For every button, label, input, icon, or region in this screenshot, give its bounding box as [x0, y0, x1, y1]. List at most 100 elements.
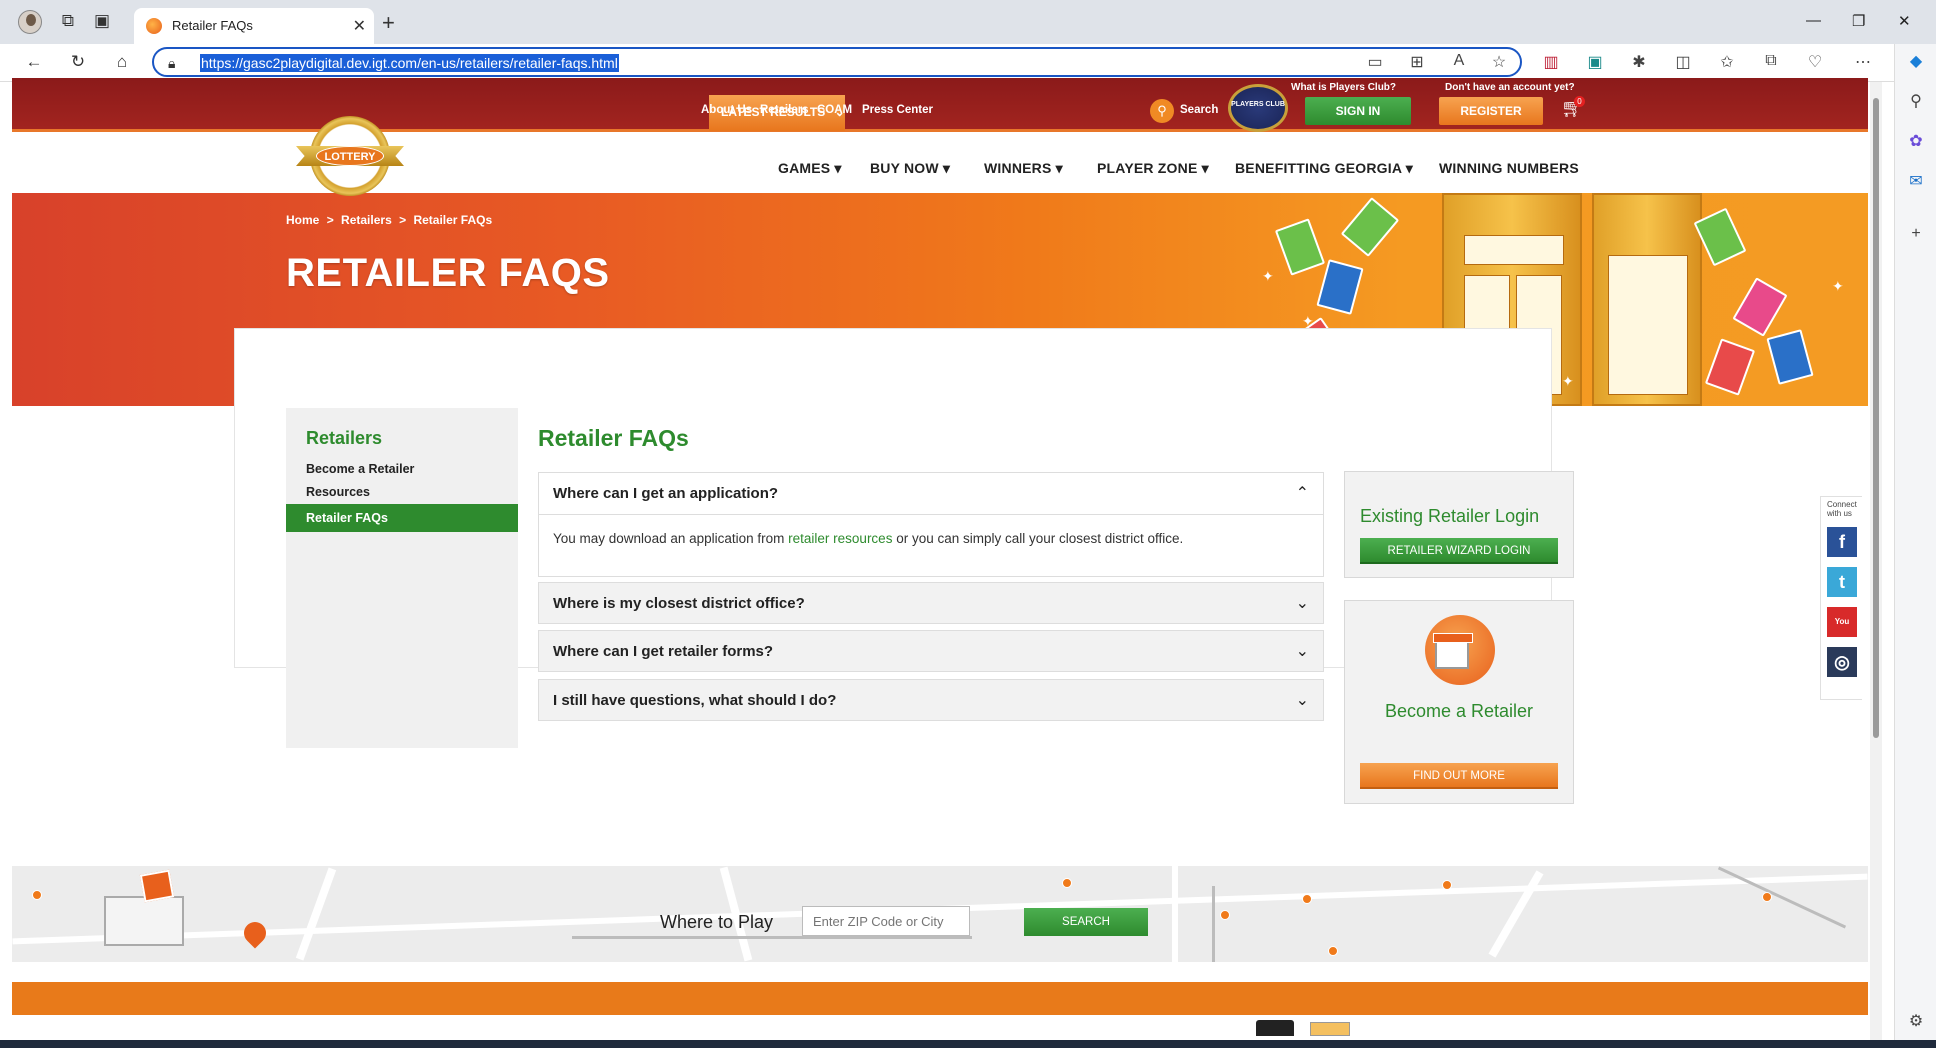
register-button[interactable]: REGISTER [1439, 97, 1543, 125]
twitter-icon[interactable]: t [1827, 567, 1857, 597]
nav-games[interactable]: GAMES ▾ [778, 160, 842, 177]
coam-link[interactable]: COAM [817, 104, 852, 116]
profile-avatar[interactable] [18, 10, 42, 34]
page-scrollbar[interactable] [1870, 82, 1882, 1040]
map-pin-icon [239, 917, 271, 949]
nav-benefitting-georgia[interactable]: BENEFITTING GEORGIA ▾ [1235, 160, 1413, 177]
about-us-link[interactable]: About Us [701, 104, 752, 116]
sign-in-button[interactable]: SIGN IN [1305, 97, 1411, 125]
chevron-up-icon[interactable]: ⌃ [1296, 483, 1309, 503]
back-icon[interactable]: ← [22, 52, 46, 72]
become-retailer-title: Become a Retailer [1384, 701, 1534, 721]
url-text: https://gasc2playdigital.dev.igt.com/en-… [200, 54, 619, 72]
faq-question-header[interactable]: Where can I get an application? ⌃ [539, 473, 1323, 515]
breadcrumb-home[interactable]: Home [286, 213, 319, 227]
nav-winners[interactable]: WINNERS ▾ [984, 160, 1063, 177]
map-store-illustration [104, 896, 184, 946]
performance-icon[interactable]: ♡ [1804, 52, 1826, 72]
where-to-play-search-button[interactable]: SEARCH [1024, 908, 1148, 936]
close-tab-icon[interactable]: ✕ [353, 16, 366, 36]
faq-question: Where is my closest district office? [553, 595, 805, 612]
text-size-icon[interactable]: A [1448, 52, 1470, 70]
refresh-icon[interactable]: ↻ [66, 52, 90, 72]
youtube-icon[interactable]: You Tube [1827, 607, 1857, 656]
more-menu-icon[interactable]: ⋯ [1852, 52, 1874, 72]
lottery-favicon-icon [146, 18, 162, 34]
tab-title: Retailer FAQs [172, 18, 253, 33]
find-out-more-button[interactable]: FIND OUT MORE [1360, 763, 1558, 789]
maximize-icon[interactable]: ❐ [1852, 12, 1865, 30]
split-screen-icon[interactable]: ◫ [1672, 52, 1694, 72]
chevron-down-icon[interactable]: ⌄ [1296, 641, 1309, 661]
taskbar-edge [0, 1040, 1936, 1048]
social-label: Connect with us [1827, 500, 1857, 518]
cart-count-badge: 0 [1574, 96, 1585, 107]
sidebar-item-retailer-faqs[interactable]: Retailer FAQs [286, 504, 518, 532]
facebook-icon[interactable]: f [1827, 527, 1857, 557]
outlook-icon[interactable]: ✉ [1904, 170, 1928, 194]
nav-winning-numbers[interactable]: WINNING NUMBERS [1439, 160, 1579, 176]
breadcrumb-retailers[interactable]: Retailers [341, 213, 392, 227]
footer-device-image [1256, 1020, 1294, 1036]
favorite-star-icon[interactable]: ☆ [1488, 52, 1510, 72]
search-icon[interactable]: ⚲ [1150, 99, 1174, 123]
retailer-resources-link[interactable]: retailer resources [788, 531, 892, 546]
instagram-icon[interactable]: ◎ [1827, 647, 1857, 677]
scroll-thumb[interactable] [1873, 98, 1879, 738]
home-icon[interactable]: ⌂ [110, 52, 134, 72]
workspaces-icon[interactable]: ⧉ [56, 11, 80, 31]
retailers-sidebar: Retailers Become a Retailer Resources Re… [286, 408, 518, 748]
players-club-badge[interactable]: PLAYERS CLUB [1228, 84, 1288, 132]
chevron-down-icon[interactable]: ⌄ [1296, 690, 1309, 710]
search-link[interactable]: Search [1180, 104, 1218, 116]
where-to-play-map: Where to Play SEARCH [12, 866, 1868, 962]
retailers-link[interactable]: Retailers [760, 104, 809, 116]
nav-player-zone[interactable]: PLAYER ZONE ▾ [1097, 160, 1209, 177]
apps-icon[interactable]: ⊞ [1406, 52, 1428, 72]
new-tab-icon[interactable]: + [382, 10, 395, 36]
where-to-play-label: Where to Play [660, 912, 774, 932]
map-location-dot [1302, 894, 1312, 904]
collections-icon[interactable]: ⧉ [1760, 52, 1782, 70]
tab-actions-icon[interactable]: ▣ [90, 11, 114, 31]
add-sidebar-app-icon[interactable]: + [1904, 222, 1928, 246]
store-icon [1425, 615, 1495, 685]
minimize-icon[interactable]: — [1806, 12, 1821, 29]
faq-item[interactable]: Where is my closest district office? ⌄ [538, 582, 1324, 624]
close-window-icon[interactable]: ✕ [1898, 12, 1911, 30]
footer-content [12, 1015, 1868, 1040]
footer-bar [12, 982, 1868, 1015]
url-field[interactable]: 🔒︎ https://gasc2playdigital.dev.igt.com/… [152, 47, 1522, 77]
sidebar-search-icon[interactable]: ⚲ [1904, 90, 1928, 114]
georgia-lottery-logo[interactable]: LOTTERY [296, 116, 404, 200]
browser-tab[interactable]: Retailer FAQs ✕ [134, 8, 374, 44]
favorites-icon[interactable]: ✩ [1716, 52, 1738, 72]
page-title: RETAILER FAQS [286, 251, 610, 295]
lock-icon[interactable]: 🔒︎ [168, 55, 175, 72]
map-location-dot [1762, 892, 1772, 902]
extension-teal-icon[interactable]: ▣ [1584, 52, 1606, 72]
faq-item[interactable]: I still have questions, what should I do… [538, 679, 1324, 721]
players-club-question-link[interactable]: What is Players Club? [1291, 82, 1396, 93]
faq-item[interactable]: Where can I get retailer forms? ⌄ [538, 630, 1324, 672]
retailer-wizard-login-button[interactable]: RETAILER WIZARD LOGIN [1360, 538, 1558, 564]
zip-code-input[interactable] [802, 906, 970, 936]
sidebar-settings-icon[interactable]: ⚙ [1904, 1010, 1928, 1034]
vending-machine [1592, 193, 1702, 406]
read-aloud-icon[interactable]: ▭ [1364, 52, 1386, 72]
extensions-icon[interactable]: ✱ [1628, 52, 1650, 72]
edge-sidebar: ◆ ⚲ ✿ ✉ + ⚙ [1894, 44, 1936, 1048]
chevron-down-icon[interactable]: ⌄ [1296, 593, 1309, 613]
map-store-sign [139, 869, 175, 903]
copilot-icon[interactable]: ◆ [1904, 50, 1928, 74]
map-location-dot [1328, 946, 1338, 956]
social-links: Connectwith us f t You Tube ◎ [1820, 496, 1862, 700]
address-bar: ← ↻ ⌂ 🔒︎ https://gasc2playdigital.dev.ig… [0, 44, 1936, 82]
nav-buy-now[interactable]: BUY NOW ▾ [870, 160, 950, 177]
extension-red-icon[interactable]: ▥ [1540, 52, 1562, 72]
sidebar-item-become-retailer[interactable]: Become a Retailer [306, 462, 414, 476]
press-center-link[interactable]: Press Center [862, 104, 933, 116]
map-location-dot [1220, 910, 1230, 920]
sidebar-app-icon[interactable]: ✿ [1904, 130, 1928, 154]
sidebar-item-resources[interactable]: Resources [306, 485, 370, 499]
